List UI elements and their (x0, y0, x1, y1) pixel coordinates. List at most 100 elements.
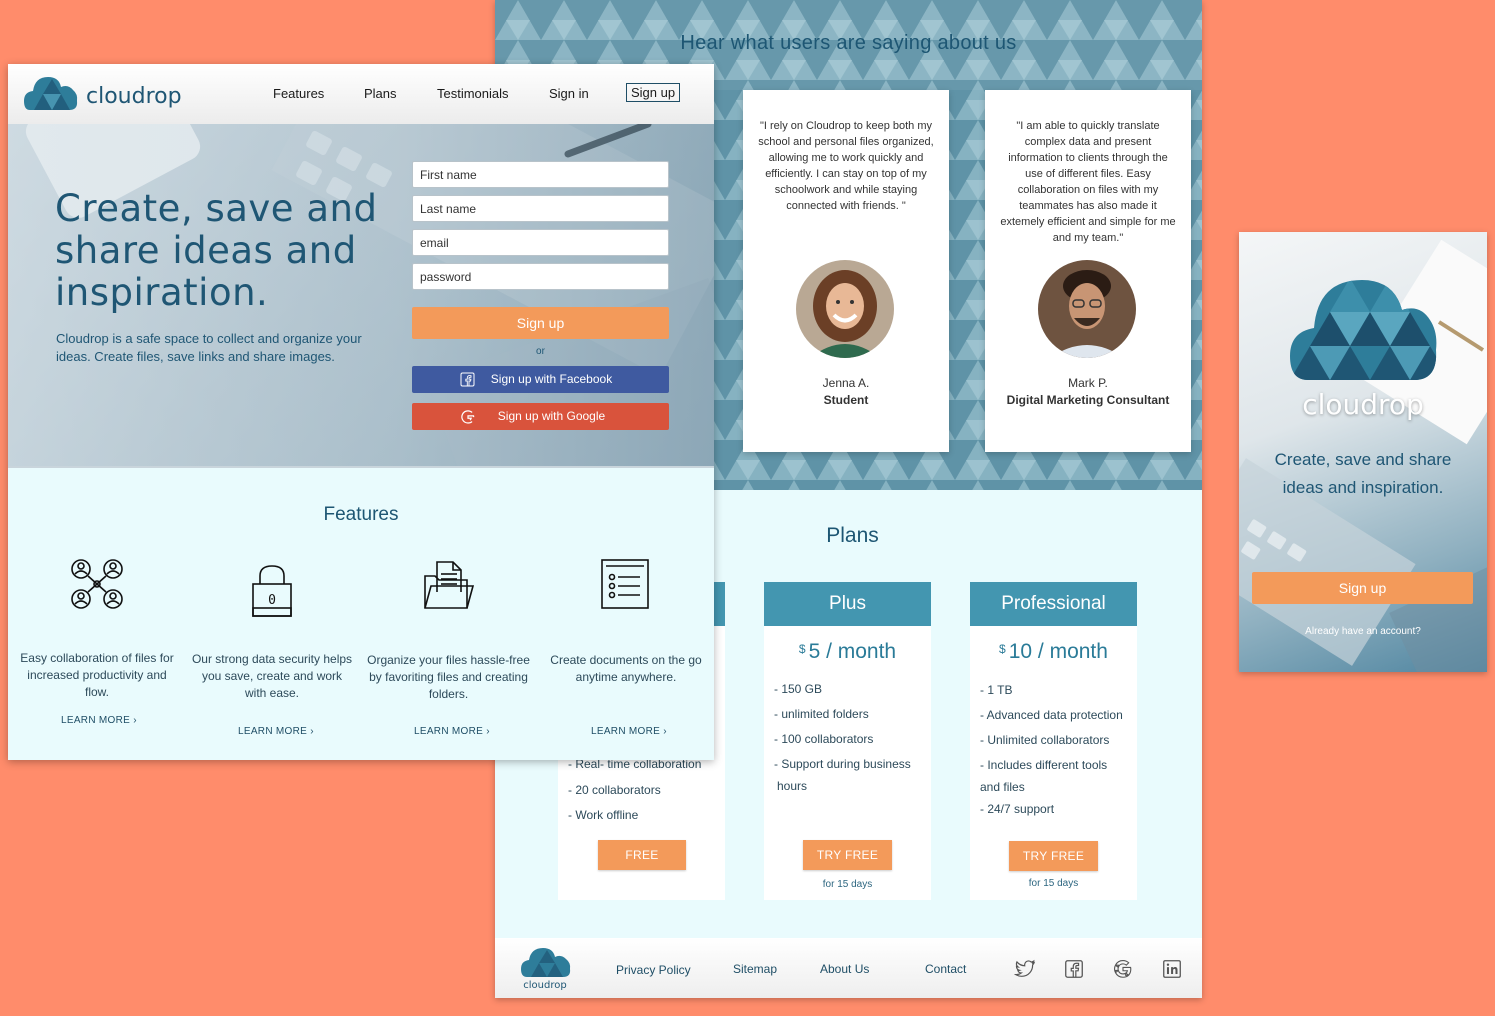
testimonials-title: Hear what users are saying about us (680, 32, 1017, 54)
hero-section: Create, save and share ideas and inspira… (8, 124, 714, 466)
mobile-brand-name: cloudrop (1302, 388, 1424, 421)
chevron-right-icon: › (663, 726, 667, 737)
learn-more-label: LEARN MORE (61, 715, 131, 726)
twitter-icon[interactable] (1014, 958, 1036, 980)
learn-more-link[interactable]: LEARN MORE › (238, 726, 314, 737)
footer-link-about[interactable]: About Us (820, 962, 869, 976)
features-section: Features 0 Easy collaboration of files f… (8, 466, 714, 760)
feature-description: Create documents on the go anytime anywh… (550, 653, 702, 684)
testimonial-card: "I am able to quickly translate complex … (985, 90, 1191, 452)
last-name-input[interactable]: Last name (412, 195, 669, 222)
nav-signup-button[interactable]: Sign up (626, 83, 681, 102)
avatar (796, 260, 894, 358)
footer-link-sitemap[interactable]: Sitemap (733, 962, 777, 976)
learn-more-label: LEARN MORE (238, 726, 308, 737)
hero-title: Create, save and share ideas and inspira… (55, 187, 378, 314)
facebook-icon[interactable] (1063, 958, 1085, 980)
folder-icon (424, 561, 475, 609)
try-free-button[interactable]: TRY FREE (803, 840, 892, 870)
svg-text:0: 0 (268, 593, 276, 608)
nav-link-plans[interactable]: Plans (364, 86, 397, 101)
facebook-icon (460, 372, 475, 387)
learn-more-label: LEARN MORE (591, 726, 661, 737)
plan-price: $10 / month (970, 640, 1137, 664)
google-signup-button[interactable]: Sign up with Google (412, 403, 669, 430)
plan-price: $5 / month (764, 640, 931, 664)
plan-feature: and files (980, 780, 1025, 794)
plan-feature: hours (777, 779, 808, 793)
plan-feature: - Work offline (568, 808, 639, 822)
google-icon[interactable] (1112, 958, 1134, 980)
testimonial-name: Jenna A. (822, 376, 870, 390)
avatar (1038, 260, 1136, 358)
landing-page-desktop-top: cloudrop Features Plans Testimonials Sig… (8, 64, 714, 760)
plan-feature: - unlimited folders (774, 707, 869, 721)
chevron-right-icon: › (133, 715, 137, 726)
plan-card-professional: Professional $10 / month - 1 TB - Advanc… (970, 582, 1137, 900)
price-value: 5 / month (808, 640, 897, 663)
plan-feature: - Unlimited collaborators (980, 733, 1110, 747)
or-divider: or (536, 346, 545, 357)
plan-feature: - Advanced data protection (980, 708, 1123, 722)
learn-more-link[interactable]: LEARN MORE › (414, 726, 490, 737)
linkedin-icon[interactable] (1161, 958, 1183, 980)
brand-name[interactable]: cloudrop (86, 84, 182, 109)
price-value: 10 / month (1008, 640, 1108, 663)
hero-subtitle: Cloudrop is a safe space to collect and … (56, 331, 362, 364)
trial-note: for 15 days (1028, 878, 1079, 889)
nav-link-testimonials[interactable]: Testimonials (437, 86, 509, 101)
testimonial-name: Mark P. (1068, 376, 1108, 390)
currency-symbol: $ (798, 642, 806, 656)
try-free-button[interactable]: TRY FREE (1009, 841, 1098, 871)
facebook-signup-label: Sign up with Facebook (490, 372, 613, 386)
learn-more-link[interactable]: LEARN MORE › (61, 715, 137, 726)
first-name-input[interactable]: First name (412, 161, 669, 188)
nav-link-features[interactable]: Features (273, 86, 324, 101)
cloud-logo-icon[interactable] (24, 74, 78, 110)
mobile-landing-page: cloudrop Create, save and share ideas an… (1239, 232, 1487, 672)
plan-feature: - 100 collaborators (774, 732, 874, 746)
testimonial-role: Student (823, 393, 869, 407)
plan-feature: - 150 GB (774, 682, 823, 696)
footer-brand: cloudrop (523, 980, 567, 991)
testimonial-quote: "I rely on Cloudrop to keep both my scho… (758, 120, 934, 212)
feature-description: Easy collaboration of files for increase… (20, 651, 174, 699)
plan-feature: - 20 collaborators (568, 783, 661, 797)
plan-card-plus: Plus $5 / month - 150 GB - unlimited fol… (764, 582, 931, 900)
plan-feature: - Support during business (774, 757, 911, 771)
google-signup-label: Sign up with Google (497, 409, 606, 423)
plan-name: Plus (764, 582, 931, 626)
plan-feature: - Includes different tools (980, 758, 1108, 772)
nav-link-signin[interactable]: Sign in (549, 86, 589, 101)
signup-button[interactable]: Sign up (412, 307, 669, 339)
testimonial-role: Digital Marketing Consultant (1006, 393, 1170, 407)
cloud-logo-icon[interactable] (521, 945, 571, 977)
chevron-right-icon: › (486, 726, 490, 737)
currency-symbol: $ (999, 642, 1006, 656)
trial-note: for 15 days (822, 879, 873, 890)
mobile-signup-button[interactable]: Sign up (1252, 572, 1473, 604)
email-input[interactable]: email (412, 229, 669, 256)
learn-more-label: LEARN MORE (414, 726, 484, 737)
free-plan-button[interactable]: FREE (598, 840, 686, 870)
features-title: Features (323, 504, 399, 525)
learn-more-link[interactable]: LEARN MORE › (591, 726, 667, 737)
footer-link-contact[interactable]: Contact (925, 962, 966, 976)
facebook-signup-button[interactable]: Sign up with Facebook (412, 366, 669, 393)
google-icon (461, 410, 475, 424)
plan-name: Professional (970, 582, 1137, 626)
testimonial-card: "I rely on Cloudrop to keep both my scho… (743, 90, 949, 452)
chevron-right-icon: › (310, 726, 314, 737)
lock-icon: 0 (252, 565, 292, 617)
footer-link-privacy[interactable]: Privacy Policy (616, 963, 691, 977)
feature-description: Organize your files hassle-free by favor… (367, 653, 530, 701)
collaboration-icon (71, 559, 123, 609)
already-have-account-link[interactable]: Already have an account? (1239, 626, 1487, 637)
checklist-icon (601, 559, 649, 609)
navbar: cloudrop Features Plans Testimonials Sig… (8, 64, 714, 124)
plan-feature: - 24/7 support (980, 802, 1055, 816)
password-input[interactable]: password (412, 263, 669, 290)
mobile-tagline: Create, save and share ideas and inspira… (1274, 450, 1452, 497)
feature-description: Our strong data security helps you save,… (191, 652, 353, 700)
testimonial-quote: "I am able to quickly translate complex … (1000, 120, 1176, 244)
